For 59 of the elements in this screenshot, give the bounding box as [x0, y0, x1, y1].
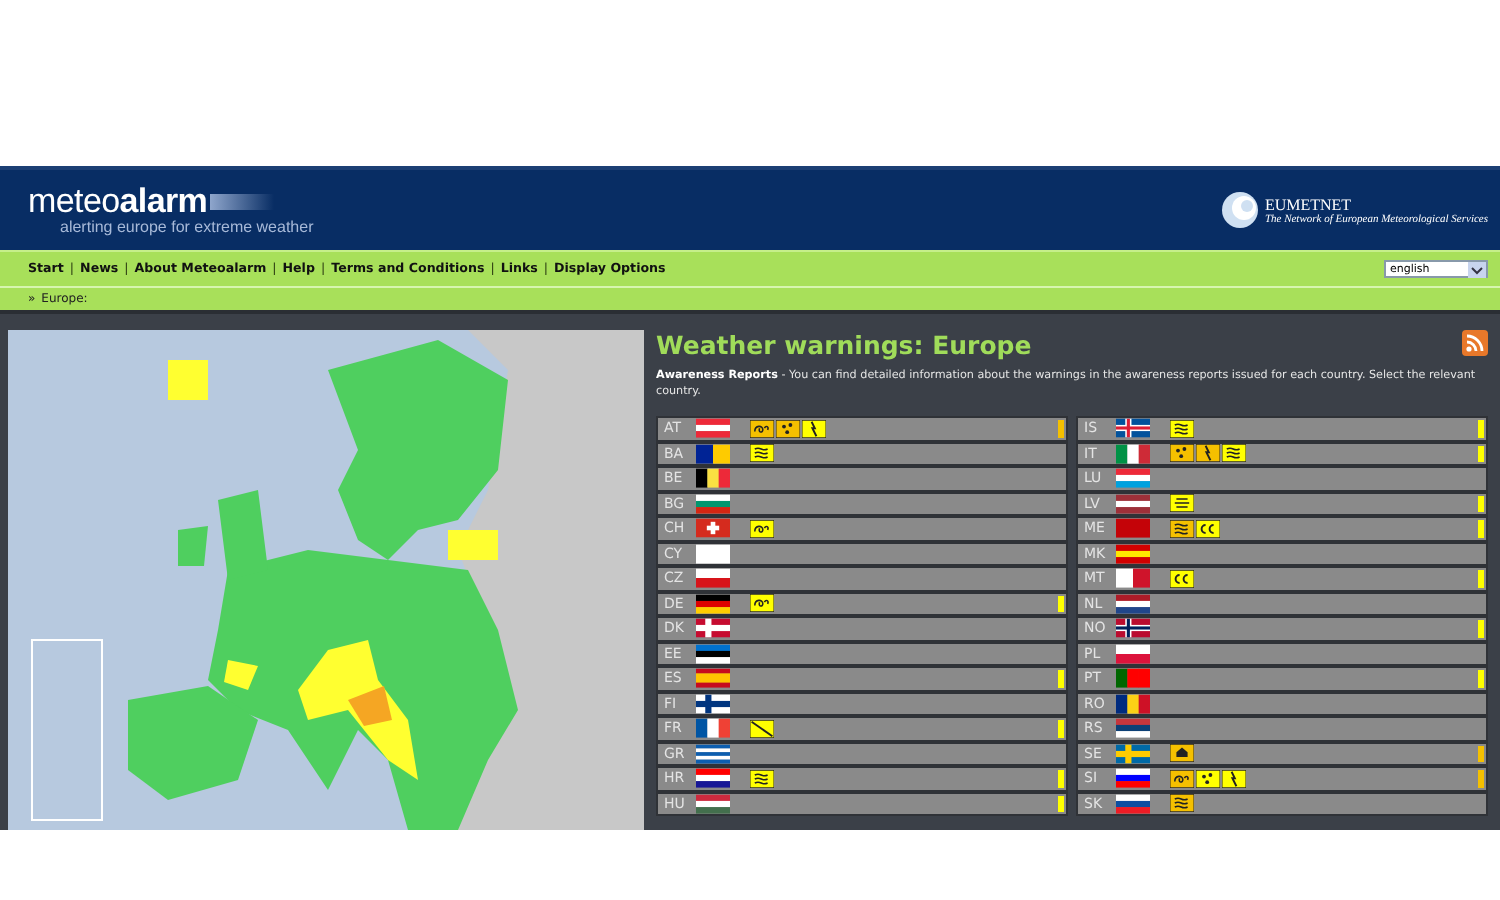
page-title: Weather warnings: Europe [656, 330, 1032, 360]
flag-icon [1116, 443, 1150, 464]
flag-icon [1116, 793, 1150, 814]
flag-icon [696, 718, 730, 739]
swirl-icon[interactable] [750, 594, 774, 613]
lightning-icon[interactable] [802, 419, 826, 438]
flag-icon [1116, 418, 1150, 439]
flag-icon [696, 618, 730, 639]
drops-icon[interactable] [1196, 769, 1220, 788]
flag-icon [696, 443, 730, 464]
waves-icon[interactable] [1170, 569, 1194, 588]
hut-icon[interactable] [1170, 744, 1194, 763]
crescent-logo-icon [1222, 192, 1259, 228]
flag-icon [1116, 493, 1150, 514]
wavy-lines-icon[interactable] [750, 444, 774, 463]
wavy-lines-icon[interactable] [1170, 794, 1194, 813]
flag-icon [696, 743, 730, 764]
partner-name: EUMETNET [1264, 195, 1354, 213]
drops-icon[interactable] [1170, 444, 1194, 463]
waves-icon[interactable] [1196, 519, 1220, 538]
lightning-icon[interactable] [1222, 769, 1246, 788]
flag-icon [1116, 468, 1150, 489]
flag-icon [1116, 543, 1150, 564]
swirl-icon[interactable] [750, 519, 774, 538]
flag-icon [1116, 618, 1150, 639]
flag-icon [696, 568, 730, 589]
flag-icon [696, 518, 730, 539]
logo-wordmark[interactable]: meteoalarm [28, 184, 208, 218]
swirl-icon[interactable] [1170, 769, 1194, 788]
lightning-icon[interactable] [1196, 444, 1220, 463]
logo-gradient-bar [209, 193, 274, 209]
flag-icon [696, 493, 730, 514]
swirl-icon[interactable] [750, 419, 774, 438]
flag-icon [696, 768, 730, 789]
flag-icon [696, 593, 730, 614]
wavy-lines-icon[interactable] [750, 769, 774, 788]
tagline: alerting europe for extreme weather [58, 218, 314, 236]
flag-icon [1116, 643, 1150, 664]
flag-icon [1116, 668, 1150, 689]
flag-icon [696, 643, 730, 664]
wavy-lines-icon[interactable] [1222, 444, 1246, 463]
flag-icon [696, 793, 730, 814]
flag-icon [696, 693, 730, 714]
drops-icon[interactable] [776, 419, 800, 438]
lines-icon[interactable] [1170, 494, 1194, 513]
flag-icon [1116, 718, 1150, 739]
wavy-lines-icon[interactable] [1170, 419, 1194, 438]
slash-icon[interactable] [750, 719, 774, 738]
rss-icon[interactable] [1462, 330, 1488, 356]
flag-icon [1116, 768, 1150, 789]
flag-icon [1116, 693, 1150, 714]
flag-icon [1116, 593, 1150, 614]
dropdown-arrow-icon [1468, 261, 1486, 277]
flag-icon [696, 668, 730, 689]
flag-icon [1116, 743, 1150, 764]
wavy-lines-icon[interactable] [1170, 519, 1194, 538]
flag-icon [696, 418, 730, 439]
flag-icon [696, 468, 730, 489]
flag-icon [1116, 568, 1150, 589]
